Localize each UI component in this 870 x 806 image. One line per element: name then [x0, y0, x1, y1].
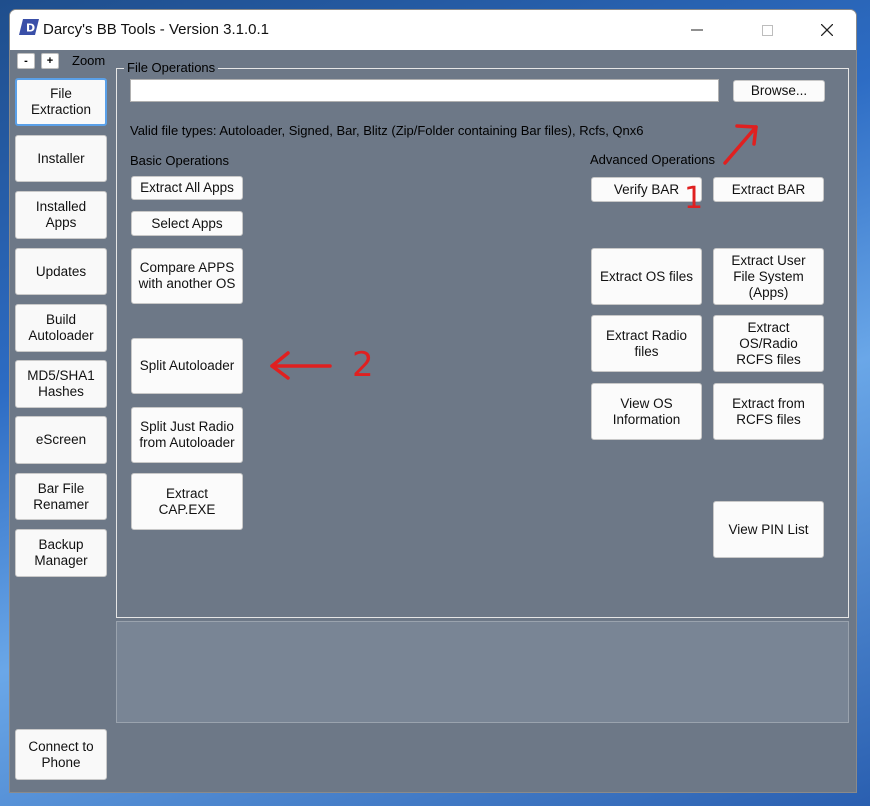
sidebar-item-build-autoloader[interactable]: Build Autoloader — [15, 304, 107, 352]
view-pin-list-button[interactable]: View PIN List — [713, 501, 824, 558]
zoom-label: Zoom — [72, 53, 106, 68]
extract-os-radio-rcfs-button[interactable]: Extract OS/Radio RCFS files — [713, 315, 824, 372]
app-logo-icon: D — [19, 19, 39, 35]
log-output-panel[interactable] — [116, 621, 849, 723]
extract-os-files-button[interactable]: Extract OS files — [591, 248, 702, 305]
maximize-button[interactable] — [744, 10, 790, 50]
split-autoloader-button[interactable]: Split Autoloader — [131, 338, 243, 394]
advanced-operations-heading: Advanced Operations — [590, 152, 716, 167]
minimize-icon — [691, 29, 703, 31]
sidebar-item-updates[interactable]: Updates — [15, 248, 107, 295]
extract-cap-exe-button[interactable]: Extract CAP.EXE — [131, 473, 243, 530]
close-button[interactable] — [804, 10, 850, 50]
sidebar-item-file-extraction[interactable]: File Extraction — [15, 78, 107, 126]
client-area: - + Zoom File Extraction Installer Insta… — [10, 50, 856, 792]
file-path-input[interactable] — [130, 79, 719, 102]
minimize-button[interactable] — [674, 10, 720, 50]
maximize-icon — [761, 24, 773, 36]
compare-apps-button[interactable]: Compare APPS with another OS — [131, 248, 243, 304]
sidebar-item-backup-manager[interactable]: Backup Manager — [15, 529, 107, 577]
extract-from-rcfs-button[interactable]: Extract from RCFS files — [713, 383, 824, 440]
sidebar-item-installer[interactable]: Installer — [15, 135, 107, 182]
valid-file-types-label: Valid file types: Autoloader, Signed, Ba… — [130, 123, 644, 138]
close-icon — [821, 24, 833, 36]
verify-bar-button[interactable]: Verify BAR — [591, 177, 702, 202]
connect-to-phone-button[interactable]: Connect to Phone — [15, 729, 107, 780]
zoom-in-button[interactable]: + — [41, 53, 59, 69]
sidebar-item-escreen[interactable]: eScreen — [15, 416, 107, 464]
title-bar: D Darcy's BB Tools - Version 3.1.0.1 — [10, 10, 856, 50]
sidebar-item-hashes[interactable]: MD5/SHA1 Hashes — [15, 360, 107, 408]
file-operations-title: File Operations — [124, 60, 219, 75]
sidebar-item-installed-apps[interactable]: Installed Apps — [15, 191, 107, 239]
extract-all-apps-button[interactable]: Extract All Apps — [131, 176, 243, 200]
extract-bar-button[interactable]: Extract BAR — [713, 177, 824, 202]
window-title: Darcy's BB Tools - Version 3.1.0.1 — [43, 21, 270, 38]
extract-radio-files-button[interactable]: Extract Radio files — [591, 315, 702, 372]
browse-button[interactable]: Browse... — [733, 80, 825, 102]
sidebar-item-bar-file-renamer[interactable]: Bar File Renamer — [15, 473, 107, 520]
svg-text:D: D — [26, 22, 35, 35]
view-os-information-button[interactable]: View OS Information — [591, 383, 702, 440]
extract-user-file-system-button[interactable]: Extract User File System (Apps) — [713, 248, 824, 305]
select-apps-button[interactable]: Select Apps — [131, 211, 243, 236]
basic-operations-heading: Basic Operations — [130, 153, 229, 168]
split-just-radio-button[interactable]: Split Just Radio from Autoloader — [131, 407, 243, 463]
zoom-out-button[interactable]: - — [17, 53, 35, 69]
app-window: D Darcy's BB Tools - Version 3.1.0.1 - +… — [9, 9, 857, 793]
